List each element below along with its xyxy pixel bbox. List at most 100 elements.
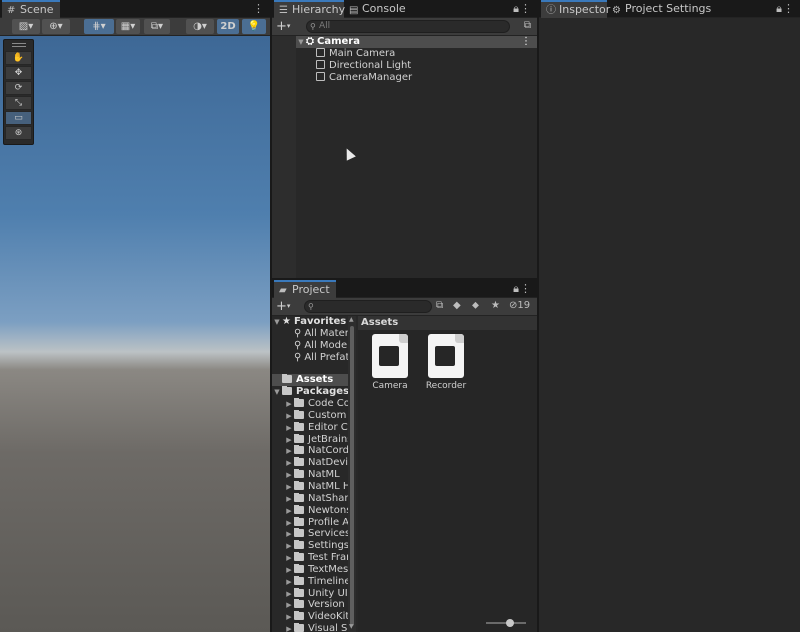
- hierarchy-item[interactable]: CameraManager: [296, 72, 537, 84]
- expand-arrow-icon[interactable]: ▶: [284, 623, 294, 632]
- expand-arrow-icon[interactable]: ▼: [296, 36, 306, 48]
- package-folder-row[interactable]: ▶ Code Cov: [272, 398, 356, 410]
- package-folder-row[interactable]: ▶ Custom N: [272, 409, 356, 422]
- create-button[interactable]: +▾: [276, 299, 290, 314]
- favorites-header[interactable]: ▼ ★ Favorites: [272, 316, 356, 328]
- hierarchy-scene-row[interactable]: ▼ ⛭ Camera ⋮: [296, 36, 537, 48]
- palette-drag-handle[interactable]: [12, 43, 26, 47]
- favorites-item[interactable]: ⚲ All Prefat: [272, 352, 356, 364]
- scroll-down-arrow-icon[interactable]: ▼: [349, 623, 354, 630]
- scale-tool-icon[interactable]: ⤡: [5, 96, 32, 110]
- expand-arrow-icon[interactable]: ▶: [284, 517, 294, 529]
- expand-arrow-icon[interactable]: ▶: [284, 481, 294, 493]
- scrollbar-thumb[interactable]: [350, 326, 354, 626]
- project-search-input[interactable]: ⚲: [304, 300, 432, 313]
- tab-project[interactable]: ▰ Project: [274, 280, 336, 298]
- grid-button[interactable]: ▦▾: [116, 19, 140, 34]
- favorites-item[interactable]: ⚲ All Materi: [272, 328, 356, 340]
- package-folder-row[interactable]: ▶ Timeline: [272, 575, 356, 588]
- package-folder-row[interactable]: ▶ Version C: [272, 599, 356, 611]
- expand-arrow-icon[interactable]: ▶: [284, 445, 294, 457]
- favorite-star-icon[interactable]: ★: [491, 300, 500, 311]
- assets-folder-row[interactable]: Assets: [272, 374, 356, 386]
- more-options-icon[interactable]: ⋮: [521, 36, 531, 48]
- expand-arrow-icon[interactable]: ▶: [284, 410, 294, 422]
- rect-tool-icon[interactable]: ▭: [5, 111, 32, 125]
- package-folder-row[interactable]: ▶ VideoKit: [272, 611, 356, 623]
- packages-header[interactable]: ▼ Packages: [272, 386, 356, 398]
- filter-by-label-icon[interactable]: ◆: [453, 300, 461, 311]
- scene-visibility-icon[interactable]: ⧉: [524, 20, 531, 31]
- expand-arrow-icon[interactable]: ▶: [284, 552, 294, 564]
- transform-tool-icon[interactable]: ⊛: [5, 126, 32, 140]
- package-folder-row[interactable]: ▶ NatShare: [272, 492, 356, 505]
- scroll-up-arrow-icon[interactable]: ▲: [349, 316, 354, 323]
- search-by-type-icon[interactable]: ⧉: [436, 300, 443, 311]
- more-options-icon[interactable]: ⋮: [520, 280, 531, 298]
- tab-inspector[interactable]: ⓘ Inspector: [541, 0, 610, 18]
- more-options-icon[interactable]: ⋮: [253, 0, 264, 18]
- filter-by-tag-icon[interactable]: ⬥: [472, 300, 479, 311]
- package-folder-row[interactable]: ▶ NatDevic: [272, 457, 356, 469]
- hidden-packages-toggle[interactable]: ⊘19: [509, 300, 530, 311]
- tab-project-settings[interactable]: ⚙ Project Settings: [607, 0, 717, 18]
- package-folder-row[interactable]: ▶ Newtonsc: [272, 504, 356, 517]
- icon-size-slider[interactable]: [486, 619, 526, 627]
- expand-arrow-icon[interactable]: ▶: [284, 422, 294, 434]
- package-folder-row[interactable]: ▶ Test Fram: [272, 552, 356, 564]
- hierarchy-item[interactable]: Directional Light: [296, 60, 537, 72]
- package-folder-row[interactable]: ▶ JetBrains: [272, 433, 356, 446]
- expand-arrow-icon[interactable]: ▶: [284, 564, 294, 576]
- expand-arrow-icon[interactable]: ▶: [284, 576, 294, 588]
- more-options-icon[interactable]: ⋮: [520, 0, 531, 18]
- expand-arrow-icon[interactable]: ▶: [284, 493, 294, 505]
- folder-tree-scrollbar[interactable]: ▲ ▼: [348, 316, 356, 632]
- package-folder-row[interactable]: ▶ NatML Hu: [272, 480, 356, 493]
- lighting-toggle-button[interactable]: 💡: [242, 19, 266, 34]
- tab-scene[interactable]: # Scene: [2, 0, 60, 18]
- hand-tool-icon[interactable]: ✋: [5, 51, 32, 65]
- package-folder-row[interactable]: ▶ Unity UI: [272, 587, 356, 600]
- package-folder-row[interactable]: ▶ NatCorde: [272, 445, 356, 457]
- expand-arrow-icon[interactable]: ▶: [284, 599, 294, 611]
- package-folder-row[interactable]: ▶ Editor Co: [272, 421, 356, 434]
- expand-arrow-icon[interactable]: ▼: [272, 316, 282, 328]
- increment-snap-button[interactable]: ⧉▾: [144, 19, 170, 34]
- add-button[interactable]: +▾: [276, 19, 290, 34]
- expand-arrow-icon[interactable]: ▼: [272, 386, 282, 398]
- render-mode-button[interactable]: ◑▾: [186, 19, 214, 34]
- hierarchy-search-input[interactable]: ⚲ All: [306, 20, 510, 33]
- tab-hierarchy[interactable]: ☰ Hierarchy: [274, 0, 345, 18]
- grid-snap-button[interactable]: ⋕▾: [84, 19, 114, 34]
- draw-mode-button[interactable]: ▨▾: [12, 19, 40, 34]
- toggle-2d-button[interactable]: 2D: [217, 19, 239, 34]
- favorites-item[interactable]: ⚲ All Model: [272, 340, 356, 352]
- asset-item-camera[interactable]: Camera: [362, 334, 418, 394]
- scene-viewport[interactable]: [0, 36, 270, 632]
- slider-handle[interactable]: [506, 619, 514, 627]
- package-folder-row[interactable]: ▶ Services: [272, 528, 356, 540]
- expand-arrow-icon[interactable]: ▶: [284, 528, 294, 540]
- global-dropdown-button[interactable]: ⊕▾: [42, 19, 70, 34]
- expand-arrow-icon[interactable]: ▶: [284, 540, 294, 552]
- expand-arrow-icon[interactable]: ▶: [284, 505, 294, 517]
- expand-arrow-icon[interactable]: ▶: [284, 611, 294, 623]
- tab-console[interactable]: ▤ Console: [344, 0, 412, 18]
- expand-arrow-icon[interactable]: ▶: [284, 457, 294, 469]
- package-folder-row[interactable]: ▶ Profile An: [272, 516, 356, 529]
- package-folder-row[interactable]: ▶ TextMesh: [272, 563, 356, 576]
- more-options-icon[interactable]: ⋮: [783, 0, 794, 18]
- expand-arrow-icon[interactable]: ▶: [284, 588, 294, 600]
- lock-icon[interactable]: 🔒︎: [513, 0, 519, 18]
- expand-arrow-icon[interactable]: ▶: [284, 434, 294, 446]
- assets-breadcrumb[interactable]: Assets: [358, 316, 537, 330]
- rotate-tool-icon[interactable]: ⟳: [5, 81, 32, 95]
- lock-icon[interactable]: 🔒︎: [776, 0, 782, 18]
- asset-item-recorder[interactable]: Recorder: [418, 334, 474, 394]
- package-folder-row[interactable]: ▶ NatML: [272, 469, 356, 481]
- package-folder-row[interactable]: ▶ Visual Sc: [272, 623, 356, 632]
- expand-arrow-icon[interactable]: ▶: [284, 398, 294, 410]
- expand-arrow-icon[interactable]: ▶: [284, 469, 294, 481]
- lock-icon[interactable]: 🔒︎: [513, 280, 519, 298]
- move-tool-icon[interactable]: ✥: [5, 66, 32, 80]
